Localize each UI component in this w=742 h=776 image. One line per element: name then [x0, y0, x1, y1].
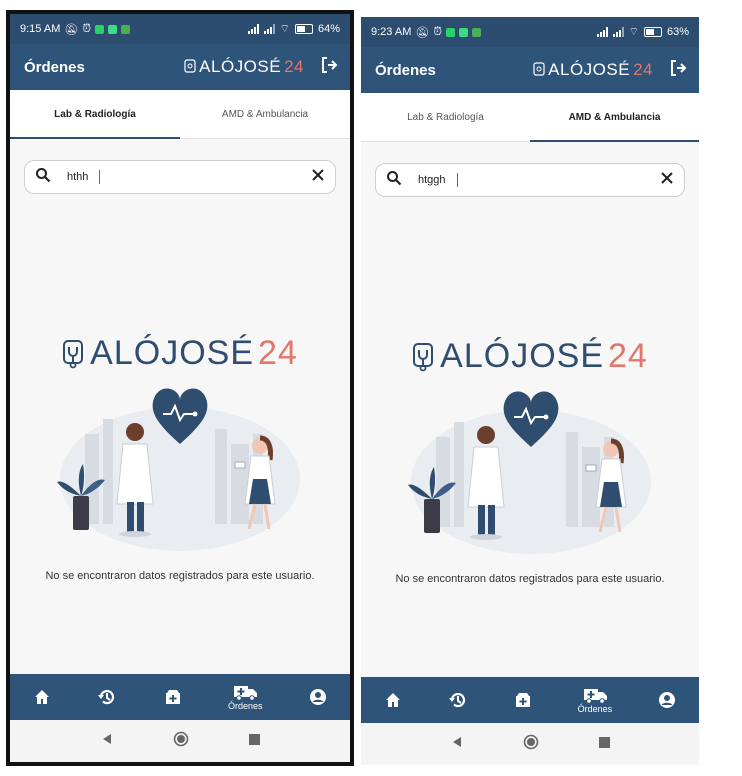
tab-lab-radiologia[interactable]: Lab & Radiología: [361, 93, 530, 141]
whatsapp-icon: [94, 24, 104, 34]
search-input[interactable]: [65, 170, 101, 184]
tab-bar: Lab & Radiología AMD & Ambulancia: [361, 93, 699, 142]
signal-icon: [247, 24, 259, 34]
status-bar: 9:15 AM 🔕︎ ⏰︎ ⌔ 64%: [10, 14, 350, 44]
nav-home[interactable]: [384, 691, 402, 709]
tab-amd-ambulancia[interactable]: AMD & Ambulancia: [180, 90, 350, 138]
search-icon[interactable]: [386, 170, 402, 191]
brand-logo-large: ALÓJOSÉ 24: [361, 337, 699, 376]
alarm-icon: ⏰︎: [82, 22, 91, 35]
ambulance-icon: [234, 686, 258, 701]
stethoscope-logo-icon: [413, 342, 434, 371]
app-bar: Órdenes ALÓJOSÉ 24: [10, 44, 350, 90]
nav-ordenes-label: Órdenes: [577, 704, 613, 714]
search-icon[interactable]: [35, 167, 51, 188]
nav-account[interactable]: [658, 691, 676, 709]
battery-icon: [643, 27, 662, 37]
stethoscope-icon: [184, 59, 196, 73]
stethoscope-icon: [533, 62, 545, 76]
home-icon: [35, 690, 50, 704]
app-bar: Órdenes ALÓJOSÉ 24: [361, 47, 699, 93]
status-time: 9:15 AM: [20, 23, 61, 35]
mute-icon: 🔕︎: [64, 23, 79, 36]
whatsapp-icon: [445, 27, 455, 37]
search-bar: [24, 160, 336, 194]
stethoscope-logo-icon: [63, 339, 84, 368]
status-time: 9:23 AM: [371, 26, 412, 38]
phone-screen-1: 9:15 AM 🔕︎ ⏰︎ ⌔ 64% Órdenes ALÓJOSÉ 24 L…: [10, 14, 350, 762]
nav-ordenes-label: Órdenes: [227, 701, 263, 711]
account-icon: [309, 689, 326, 705]
nav-account[interactable]: [309, 688, 327, 706]
app-notification-icon: [458, 27, 468, 37]
tab-bar: Lab & Radiología AMD & Ambulancia: [10, 90, 350, 139]
ambulance-icon: [583, 689, 607, 704]
home-circle-icon[interactable]: [173, 731, 189, 752]
text-cursor: [457, 173, 458, 187]
app-notification-icon: [107, 24, 117, 34]
message-icon: [471, 27, 481, 37]
logout-icon[interactable]: [320, 56, 338, 79]
recents-icon[interactable]: [598, 735, 610, 753]
nav-ordenes[interactable]: Órdenes: [577, 686, 613, 714]
frame-right: [350, 10, 354, 766]
home-icon: [385, 693, 400, 707]
wifi-icon: ⌔: [279, 23, 290, 35]
clear-icon[interactable]: [660, 171, 674, 190]
message-icon: [120, 24, 130, 34]
tab-amd-ambulancia[interactable]: AMD & Ambulancia: [530, 93, 699, 142]
signal-icon: [596, 27, 608, 37]
system-nav-bar: [361, 723, 699, 765]
history-icon: [98, 689, 115, 705]
page-title: Órdenes: [375, 61, 436, 79]
brand-logo: ALÓJOSÉ 24: [184, 57, 304, 77]
nav-history[interactable]: [448, 690, 468, 710]
medical-plus-icon: [515, 693, 530, 707]
back-icon[interactable]: [101, 732, 113, 750]
page-title: Órdenes: [24, 58, 85, 76]
battery-percent: 63%: [666, 26, 689, 38]
recents-icon[interactable]: [248, 732, 260, 750]
nav-medical[interactable]: [514, 691, 532, 709]
empty-state-message: No se encontraron datos registrados para…: [395, 573, 665, 585]
status-bar: 9:23 AM 🔕︎ ⏰︎ ⌔ 63%: [361, 17, 699, 47]
clear-icon[interactable]: [311, 168, 325, 187]
nav-medical[interactable]: [164, 688, 182, 706]
battery-icon: [294, 24, 313, 34]
logout-icon[interactable]: [669, 59, 687, 82]
frame-bottom: [6, 762, 354, 766]
signal-2-icon: [612, 27, 624, 37]
alarm-icon: ⏰︎: [433, 25, 442, 38]
system-nav-bar: [10, 720, 350, 762]
medical-plus-icon: [165, 690, 180, 704]
back-icon[interactable]: [451, 735, 463, 753]
mute-icon: 🔕︎: [415, 26, 430, 39]
doctors-illustration: [57, 388, 300, 551]
account-icon: [659, 692, 676, 708]
search-bar: [375, 163, 685, 197]
empty-state-message: No se encontraron datos registrados para…: [45, 570, 315, 582]
text-cursor: [99, 170, 100, 184]
nav-ordenes[interactable]: Órdenes: [228, 683, 263, 711]
doctors-illustration: [408, 391, 651, 554]
wifi-icon: ⌔: [628, 26, 639, 38]
home-circle-icon[interactable]: [523, 734, 539, 755]
bottom-nav: Órdenes: [10, 674, 350, 720]
bottom-nav: Órdenes: [361, 677, 699, 723]
tab-lab-radiologia[interactable]: Lab & Radiología: [10, 90, 180, 139]
battery-percent: 64%: [317, 23, 340, 35]
nav-home[interactable]: [33, 688, 51, 706]
signal-2-icon: [263, 24, 275, 34]
brand-logo: ALÓJOSÉ 24: [533, 60, 653, 80]
phone-screen-2: 9:23 AM 🔕︎ ⏰︎ ⌔ 63% Órdenes ALÓJOSÉ 24 L…: [361, 17, 699, 765]
brand-logo-large: ALÓJOSÉ 24: [10, 334, 350, 373]
search-input[interactable]: [416, 173, 459, 187]
nav-history[interactable]: [97, 687, 117, 707]
history-icon: [448, 692, 465, 708]
